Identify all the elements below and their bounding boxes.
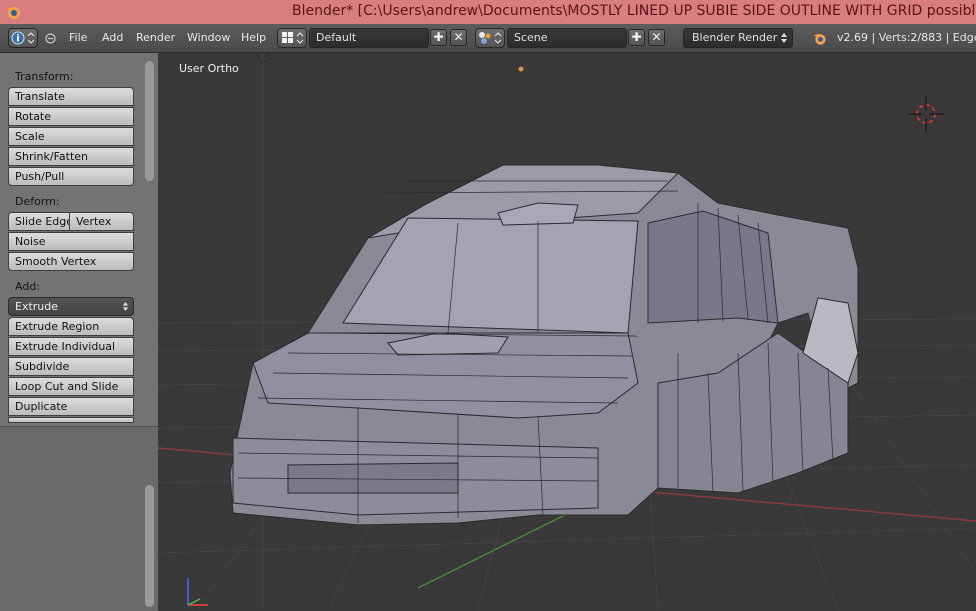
dropdown-arrows-icon (122, 302, 129, 311)
collapse-icon[interactable] (45, 33, 56, 44)
operator-panel-scrollbar[interactable] (145, 485, 154, 607)
slide-vertex-button[interactable]: Vertex (69, 212, 134, 231)
close-icon: ✕ (651, 30, 662, 44)
add-screen-button[interactable]: ✚ (430, 29, 447, 46)
tool-shelf: Transform: Translate Rotate Scale Shrink… (0, 53, 158, 611)
scene-statistics: v2.69 | Verts:2/883 | Edges: (837, 31, 976, 44)
screen-layout-selector[interactable] (277, 28, 307, 48)
menu-file[interactable]: File (69, 31, 87, 44)
add-icon: ✚ (631, 30, 642, 44)
render-engine-label: Blender Render (692, 31, 778, 44)
extrude-region-button[interactable]: Extrude Region (8, 317, 134, 336)
render-engine-icon (812, 33, 826, 45)
subdivide-button[interactable]: Subdivide (8, 357, 134, 376)
scale-button[interactable]: Scale (8, 127, 134, 146)
info-header: i File Add Render Window Help Default ✚ … (0, 24, 976, 53)
3d-viewport[interactable]: User Ortho (158, 53, 976, 610)
3d-cursor-icon[interactable] (908, 96, 944, 132)
object-origin-marker (518, 66, 524, 72)
translate-button[interactable]: Translate (8, 87, 134, 106)
remove-scene-button[interactable]: ✕ (648, 29, 665, 46)
extrude-menu-label: Extrude (15, 300, 59, 313)
editor-type-button[interactable]: i (8, 28, 38, 48)
menu-render[interactable]: Render (136, 31, 175, 44)
rotate-button[interactable]: Rotate (8, 107, 134, 126)
scene-selector[interactable] (475, 28, 505, 48)
add-icon: ✚ (433, 30, 444, 44)
screen-layout-field[interactable]: Default (309, 28, 429, 48)
transform-label: Transform: (15, 70, 74, 83)
dropdown-arrows-icon (781, 33, 787, 43)
menu-add[interactable]: Add (102, 31, 123, 44)
push-pull-button[interactable]: Push/Pull (8, 167, 134, 186)
menu-help[interactable]: Help (241, 31, 266, 44)
scene-field[interactable]: Scene (507, 28, 627, 48)
axis-gizmo-icon (187, 578, 208, 606)
deform-label: Deform: (15, 195, 60, 208)
render-engine-selector[interactable]: Blender Render (683, 28, 793, 48)
add-label: Add: (15, 280, 41, 293)
extrude-individual-button[interactable]: Extrude Individual (8, 337, 134, 356)
extrude-menu[interactable]: Extrude (8, 297, 134, 316)
shrink-fatten-button[interactable]: Shrink/Fatten (8, 147, 134, 166)
smooth-vertex-button[interactable]: Smooth Vertex (8, 252, 134, 271)
screen-layout-icon (282, 32, 304, 44)
noise-button[interactable]: Noise (8, 232, 134, 251)
clipped-button (8, 417, 134, 423)
loop-cut-and-slide-button[interactable]: Loop Cut and Slide (8, 377, 134, 396)
view-label: User Ortho (179, 62, 239, 75)
car-body-mesh (229, 164, 859, 526)
info-editor-icon: i (11, 31, 35, 45)
menu-window[interactable]: Window (187, 31, 230, 44)
close-icon: ✕ (453, 30, 464, 44)
window-title: Blender* [C:\Users\andrew\Documents\MOST… (292, 3, 976, 19)
remove-screen-button[interactable]: ✕ (450, 29, 467, 46)
blender-logo-icon (6, 7, 20, 19)
svg-text:i: i (16, 34, 19, 45)
add-scene-button[interactable]: ✚ (628, 29, 645, 46)
tool-shelf-scrollbar[interactable] (145, 61, 154, 181)
operator-panel (0, 426, 158, 611)
window-titlebar: Blender* [C:\Users\andrew\Documents\MOST… (0, 0, 976, 24)
viewport-scene (158, 53, 976, 610)
slide-edge-button[interactable]: Slide Edge (8, 212, 70, 231)
duplicate-button[interactable]: Duplicate (8, 397, 134, 416)
scene-icon (479, 32, 502, 44)
